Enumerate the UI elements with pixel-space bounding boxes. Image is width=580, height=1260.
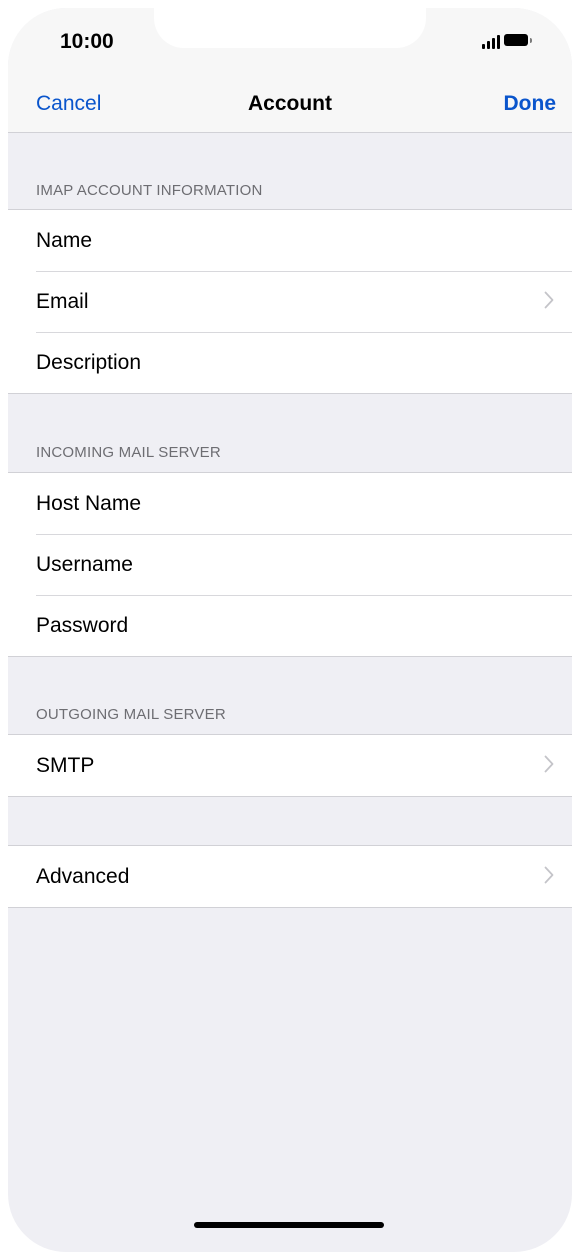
- outgoing-server-group: SMTP: [8, 734, 572, 797]
- advanced-group: Advanced: [8, 845, 572, 908]
- imap-account-group: Name Email Description: [8, 209, 572, 394]
- description-row[interactable]: Description: [8, 332, 572, 393]
- host-name-label: Host Name: [36, 491, 142, 515]
- username-row[interactable]: Username: [8, 534, 572, 595]
- signal-bars-icon: [482, 35, 500, 49]
- section-header-outgoing: OUTGOING MAIL SERVER: [36, 706, 226, 723]
- section-header-imap: IMAP ACCOUNT INFORMATION: [36, 182, 263, 199]
- email-row[interactable]: Email: [8, 271, 572, 332]
- host-name-row[interactable]: Host Name: [8, 473, 572, 534]
- description-label: Description: [36, 350, 142, 374]
- incoming-server-group: Host Name Username Password: [8, 472, 572, 657]
- advanced-row[interactable]: Advanced: [8, 846, 572, 907]
- email-label: Email: [36, 289, 89, 313]
- device-notch: [154, 8, 426, 48]
- done-button[interactable]: Done: [504, 92, 557, 116]
- status-time: 10:00: [60, 30, 114, 53]
- phone-screen: 10:00 Cancel Account Done IMAP ACCOUNT I…: [8, 8, 572, 1252]
- smtp-label: SMTP: [36, 753, 95, 777]
- password-row[interactable]: Password: [8, 595, 572, 656]
- advanced-label: Advanced: [36, 864, 130, 888]
- status-bar: 10:00: [8, 8, 572, 80]
- page-title: Account: [248, 92, 332, 115]
- chevron-right-icon: [544, 866, 554, 884]
- name-label: Name: [36, 228, 93, 252]
- chevron-right-icon: [544, 755, 554, 773]
- username-label: Username: [36, 552, 133, 576]
- home-indicator[interactable]: [194, 1222, 384, 1228]
- smtp-row[interactable]: SMTP: [8, 735, 572, 796]
- section-header-incoming: INCOMING MAIL SERVER: [36, 444, 221, 461]
- password-label: Password: [36, 613, 129, 637]
- chevron-right-icon: [544, 291, 554, 309]
- battery-icon: [504, 34, 532, 46]
- name-row[interactable]: Name: [8, 210, 572, 271]
- navigation-bar: Cancel Account Done: [8, 80, 572, 133]
